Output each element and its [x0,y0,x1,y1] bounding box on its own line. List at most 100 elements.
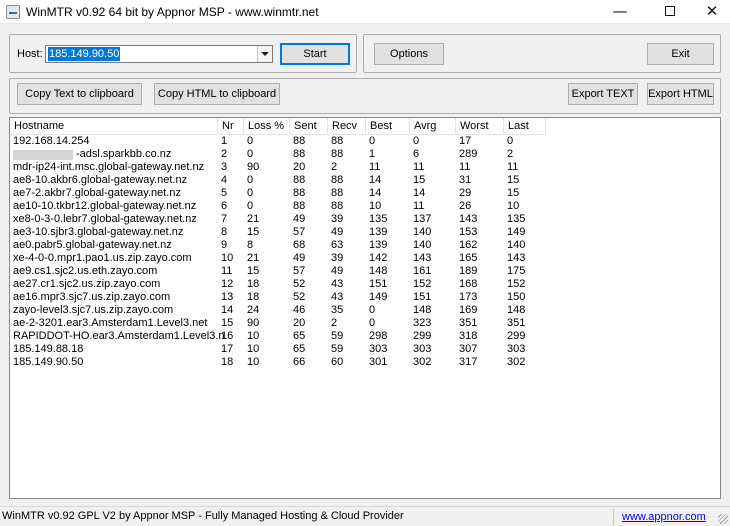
table-row[interactable]: ae27.cr1.sjc2.us.zip.zayo.com 12 18 52 43 151… [10,278,720,291]
value-cell: 139 [369,239,388,251]
value-cell: 152 [507,278,526,290]
host-input[interactable]: 185.149.90.50 [48,47,121,61]
table-row[interactable]: xe-4-0-0.mpr1.pao1.us.zip.zayo.com 10 21 49… [10,252,720,265]
value-cell: 88 [293,200,306,212]
column-header-last[interactable]: Last [504,118,546,135]
value-cell: 323 [413,317,432,329]
hostname-cell: zayo-level3.sjc7.us.zip.zayo.com [13,304,174,316]
value-cell: 88 [331,200,344,212]
title-bar[interactable]: WinMTR v0.92 64 bit by Appnor MSP - www.… [0,0,730,24]
column-header-sent[interactable]: Sent [290,118,328,135]
copy-text-button[interactable]: Copy Text to clipboard [17,83,142,105]
table-row[interactable]: 185.149.88.18 17 10 65 59 303 303 307 303 [10,343,720,356]
table-row[interactable]: 192.168.14.254 1 0 88 88 0 0 17 0 [10,135,720,148]
column-header-loss[interactable]: Loss % [244,118,290,135]
hostname-cell: xe-4-0-0.mpr1.pao1.us.zip.zayo.com [13,252,192,264]
column-header-hostname[interactable]: Hostname [10,118,218,135]
hostname-cell: ae0.pabr5.global-gateway.net.nz [13,239,172,251]
value-cell: 0 [247,174,254,186]
value-cell: 63 [331,239,344,251]
value-cell: 148 [507,304,526,316]
value-cell: 135 [369,213,388,225]
close-button[interactable]: ✕ [690,0,730,24]
table-row[interactable]: RAPIDDOT-HO.ear3.Amsterdam1.Level3.net 16… [10,330,720,343]
value-cell: 11 [459,161,471,173]
value-cell: 149 [369,291,388,303]
value-cell: 43 [331,291,344,303]
value-cell: 15 [247,265,260,277]
table-row[interactable]: ae10-10.tkbr12.global-gateway.net.nz 6 0 88… [10,200,720,213]
table-row[interactable]: xe8-0-3-0.lebr7.global-gateway.net.nz 7 21… [10,213,720,226]
value-cell: 161 [413,265,432,277]
table-row[interactable]: -adsl.sparkbb.co.nz 2 0 88 88 1 6 289 2 [10,148,720,161]
hostname-cell: ae-2-3201.ear3.Amsterdam1.Level3.net [13,317,208,329]
host-combobox[interactable]: 185.149.90.50 [45,45,273,63]
table-header: Hostname Nr Loss % Sent Recv Best Avrg Worst Las… [10,118,720,135]
value-cell: 14 [369,174,382,186]
value-cell: 52 [293,291,306,303]
start-button[interactable]: Start [280,43,350,65]
value-cell: 57 [293,265,306,277]
table-row[interactable]: ae16.mpr3.sjc7.us.zip.zayo.com 13 18 52 43 14… [10,291,720,304]
value-cell: 137 [413,213,432,225]
value-cell: 52 [293,278,306,290]
copy-html-button[interactable]: Copy HTML to clipboard [154,83,280,105]
value-cell: 302 [507,356,526,368]
hostname-cell: ae7-2.akbr7.global-gateway.net.nz [13,187,181,199]
minimize-button[interactable]: — [598,0,642,24]
table-row[interactable]: ae9.cs1.sjc2.us.eth.zayo.com 11 15 57 49 148 1… [10,265,720,278]
table-row[interactable]: ae8-10.akbr6.global-gateway.net.nz 4 0 88 88… [10,174,720,187]
value-cell: 88 [331,174,344,186]
table-row[interactable]: ae3-10.sjbr3.global-gateway.net.nz 8 15 57 4… [10,226,720,239]
value-cell: 20 [293,317,306,329]
table-row[interactable]: 185.149.90.50 18 10 66 60 301 302 317 302 [10,356,720,369]
status-bar: WinMTR v0.92 GPL V2 by Appnor MSP - Full… [0,506,730,526]
value-cell: 289 [459,148,478,160]
value-cell: 10 [369,200,382,212]
table-row[interactable]: ae-2-3201.ear3.Amsterdam1.Level3.net 15 90… [10,317,720,330]
table-row[interactable]: ae7-2.akbr7.global-gateway.net.nz 5 0 88 88 1… [10,187,720,200]
value-cell: 20 [293,161,306,173]
results-table[interactable]: Hostname Nr Loss % Sent Recv Best Avrg Worst Las… [9,117,721,499]
value-cell: 88 [293,148,306,160]
hostname-cell: ae3-10.sjbr3.global-gateway.net.nz [13,226,184,238]
hostname-cell: 185.149.88.18 [13,343,84,355]
column-header-best[interactable]: Best [366,118,410,135]
export-text-button[interactable]: Export TEXT [568,83,638,105]
value-cell: 14 [369,187,382,199]
value-cell: 10 [247,356,260,368]
value-cell: 149 [507,226,526,238]
column-header-avrg[interactable]: Avrg [410,118,456,135]
value-cell: 26 [459,200,472,212]
value-cell: 0 [507,135,514,147]
exit-button[interactable]: Exit [647,43,714,65]
value-cell: 303 [507,343,526,355]
value-cell: 35 [331,304,344,316]
value-cell: 88 [331,148,344,160]
value-cell: 173 [459,291,478,303]
table-row[interactable]: zayo-level3.sjc7.us.zip.zayo.com 14 24 46 35… [10,304,720,317]
hostname-cell: ae27.cr1.sjc2.us.zip.zayo.com [13,278,161,290]
host-label: Host: [17,48,43,60]
table-row[interactable]: ae0.pabr5.global-gateway.net.nz 9 8 68 63 139… [10,239,720,252]
value-cell: 351 [507,317,526,329]
column-header-worst[interactable]: Worst [456,118,504,135]
export-html-button[interactable]: Export HTML [647,83,714,105]
hostname-cell: mdr-ip24-int.msc.global-gateway.net.nz [13,161,205,173]
value-cell: 8 [247,239,254,251]
column-header-nr[interactable]: Nr [218,118,244,135]
resize-grip-icon[interactable] [718,514,728,524]
value-cell: 57 [293,226,306,238]
value-cell: 88 [331,135,344,147]
table-row[interactable]: mdr-ip24-int.msc.global-gateway.net.nz 3 9… [10,161,720,174]
value-cell: 18 [247,291,260,303]
column-header-recv[interactable]: Recv [328,118,366,135]
value-cell: 165 [459,252,478,264]
website-link[interactable]: www.appnor.com [622,511,706,523]
chevron-down-icon[interactable] [257,46,272,62]
options-button[interactable]: Options [374,43,444,65]
value-cell: 151 [413,291,432,303]
value-cell: 15 [507,187,520,199]
maximize-button[interactable] [648,0,692,24]
value-cell: 11 [369,161,381,173]
